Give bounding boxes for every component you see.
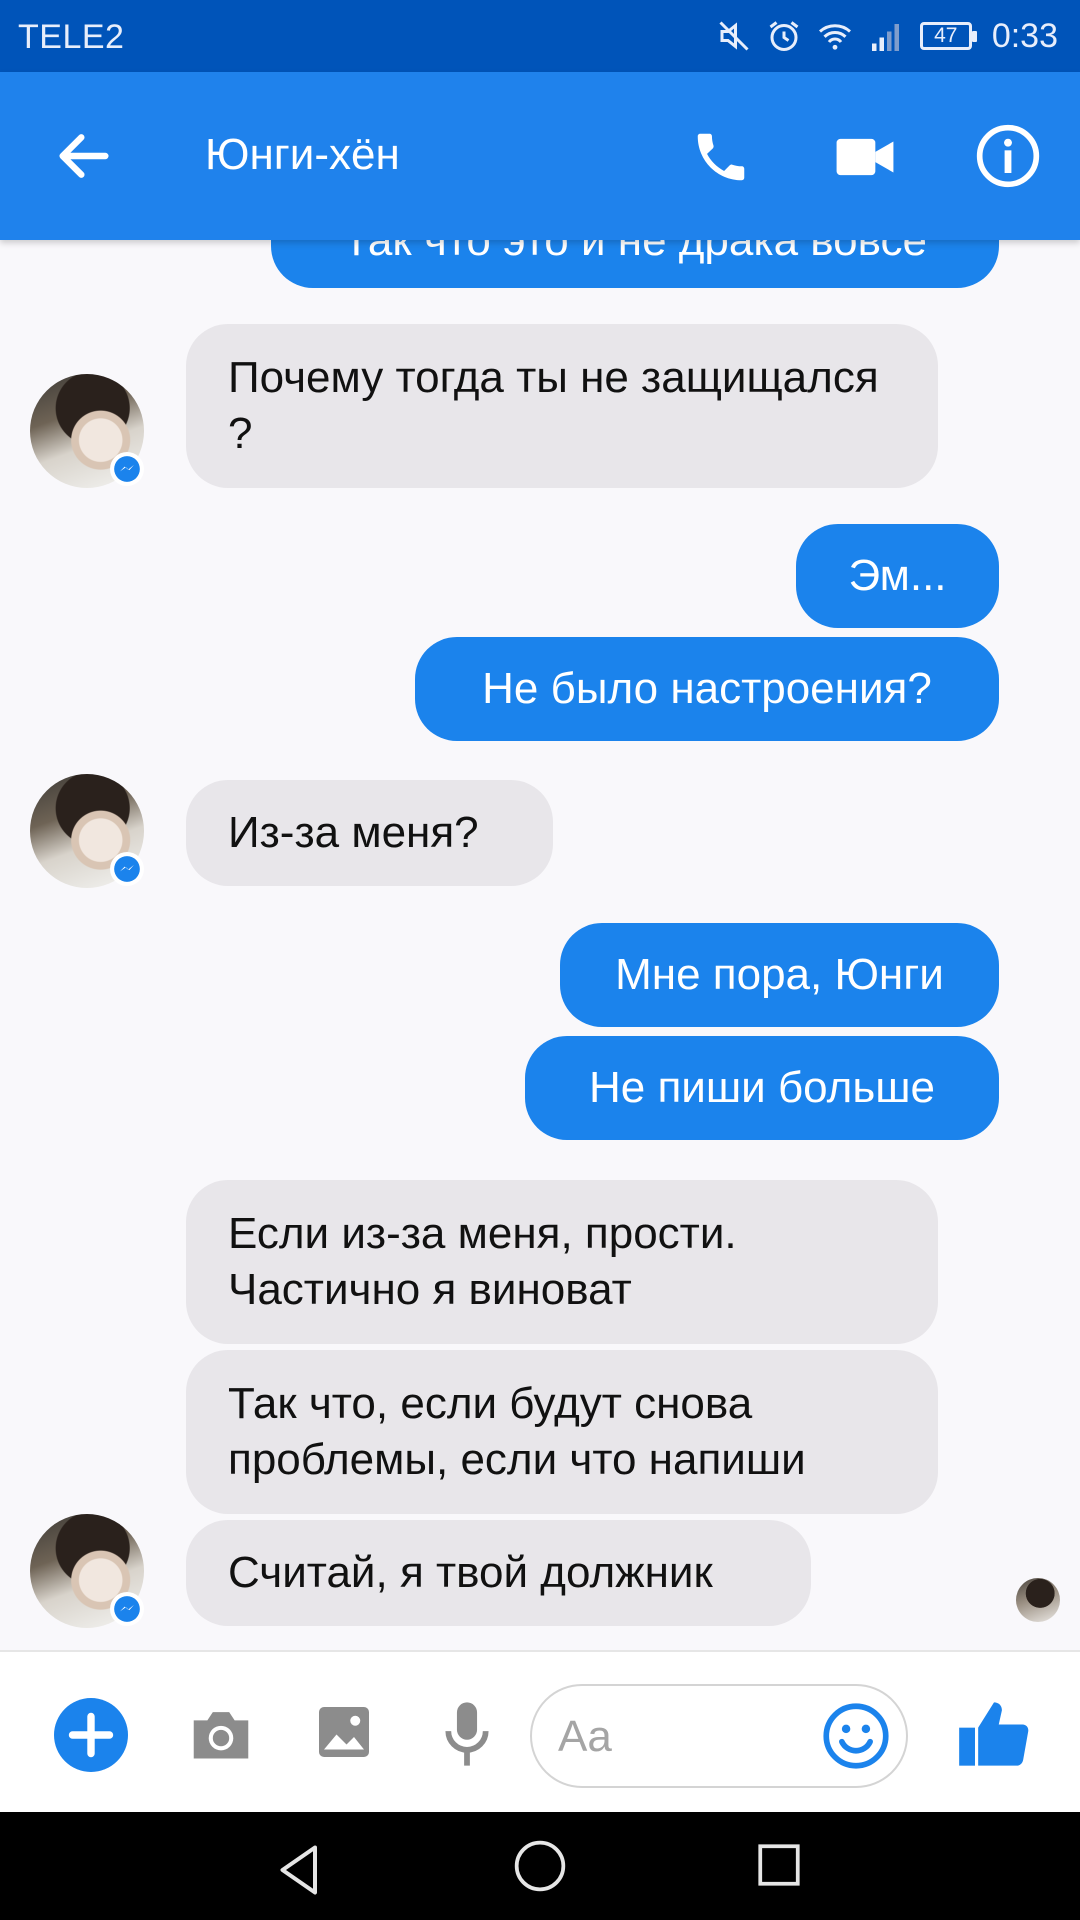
message-text: Так что это и не драка вовсе xyxy=(343,240,927,265)
message-outgoing[interactable]: Мне пора, Юнги xyxy=(560,923,999,1027)
mute-icon xyxy=(719,21,749,51)
messenger-badge-icon xyxy=(110,1592,144,1626)
message-incoming[interactable]: Считай, я твой должник xyxy=(186,1520,811,1626)
gallery-icon[interactable] xyxy=(314,1702,374,1762)
message-input-placeholder: Aa xyxy=(558,1712,612,1761)
message-input[interactable]: Aa xyxy=(530,1684,908,1788)
message-outgoing[interactable]: Так что это и не драка вовсе xyxy=(271,240,999,288)
contact-avatar[interactable] xyxy=(30,374,144,488)
message-text: Мне пора, Юнги xyxy=(615,950,944,999)
message-outgoing[interactable]: Эм... xyxy=(796,524,999,628)
seen-indicator-avatar xyxy=(1016,1578,1060,1622)
message-incoming[interactable]: Из-за меня? xyxy=(186,780,553,886)
message-text: Почему тогда ты не защищался ? xyxy=(228,353,879,458)
message-incoming[interactable]: Почему тогда ты не защищался ? xyxy=(186,324,938,488)
battery-icon: 47 xyxy=(919,22,977,50)
message-text: Считай, я твой должник xyxy=(228,1548,713,1597)
message-text: Из-за меня? xyxy=(228,808,479,857)
messenger-badge-icon xyxy=(110,852,144,886)
microphone-icon[interactable] xyxy=(444,1698,490,1770)
messenger-badge-icon xyxy=(110,452,144,486)
message-text: Не было настроения? xyxy=(482,664,932,713)
message-composer: Aa xyxy=(0,1650,1080,1812)
message-text: Так что, если будут снова проблемы, если… xyxy=(228,1379,806,1484)
message-outgoing[interactable]: Не пиши больше xyxy=(525,1036,999,1140)
system-nav-bar xyxy=(0,1812,1080,1920)
alarm-icon xyxy=(769,21,799,51)
carrier-label: TELE2 xyxy=(18,18,125,56)
wifi-icon xyxy=(818,24,851,50)
nav-home-icon[interactable] xyxy=(512,1838,568,1894)
contact-name[interactable]: Юнги-хён xyxy=(205,130,400,180)
thumbs-up-icon[interactable] xyxy=(956,1694,1032,1774)
camera-icon[interactable] xyxy=(188,1704,254,1764)
message-outgoing[interactable]: Не было настроения? xyxy=(415,637,999,741)
status-bar: TELE2 47 0:33 xyxy=(0,0,1080,72)
message-incoming[interactable]: Если из-за меня, прости. Частично я вино… xyxy=(186,1180,938,1344)
conversation-header: Юнги-хён xyxy=(0,72,1080,240)
info-icon[interactable] xyxy=(974,122,1042,190)
emoji-icon[interactable] xyxy=(822,1702,890,1770)
status-icons: 47 0:33 xyxy=(716,14,1058,58)
clock: 0:33 xyxy=(991,16,1058,55)
message-text: Эм... xyxy=(848,551,947,600)
phone-call-icon[interactable] xyxy=(690,126,752,188)
nav-recent-apps-icon[interactable] xyxy=(754,1840,804,1890)
nav-back-icon[interactable] xyxy=(270,1840,330,1900)
message-text: Не пиши больше xyxy=(588,1063,936,1112)
video-call-icon[interactable] xyxy=(834,128,896,186)
plus-icon[interactable] xyxy=(54,1698,128,1772)
message-thread[interactable]: Так что это и не драка вовсе Почему тогд… xyxy=(0,240,1080,1650)
back-arrow-icon[interactable] xyxy=(52,124,116,188)
contact-avatar[interactable] xyxy=(30,774,144,888)
signal-icon xyxy=(871,24,899,51)
message-text: Если из-за меня, прости. Частично я вино… xyxy=(228,1209,737,1314)
contact-avatar[interactable] xyxy=(30,1514,144,1628)
message-incoming[interactable]: Так что, если будут снова проблемы, если… xyxy=(186,1350,938,1514)
